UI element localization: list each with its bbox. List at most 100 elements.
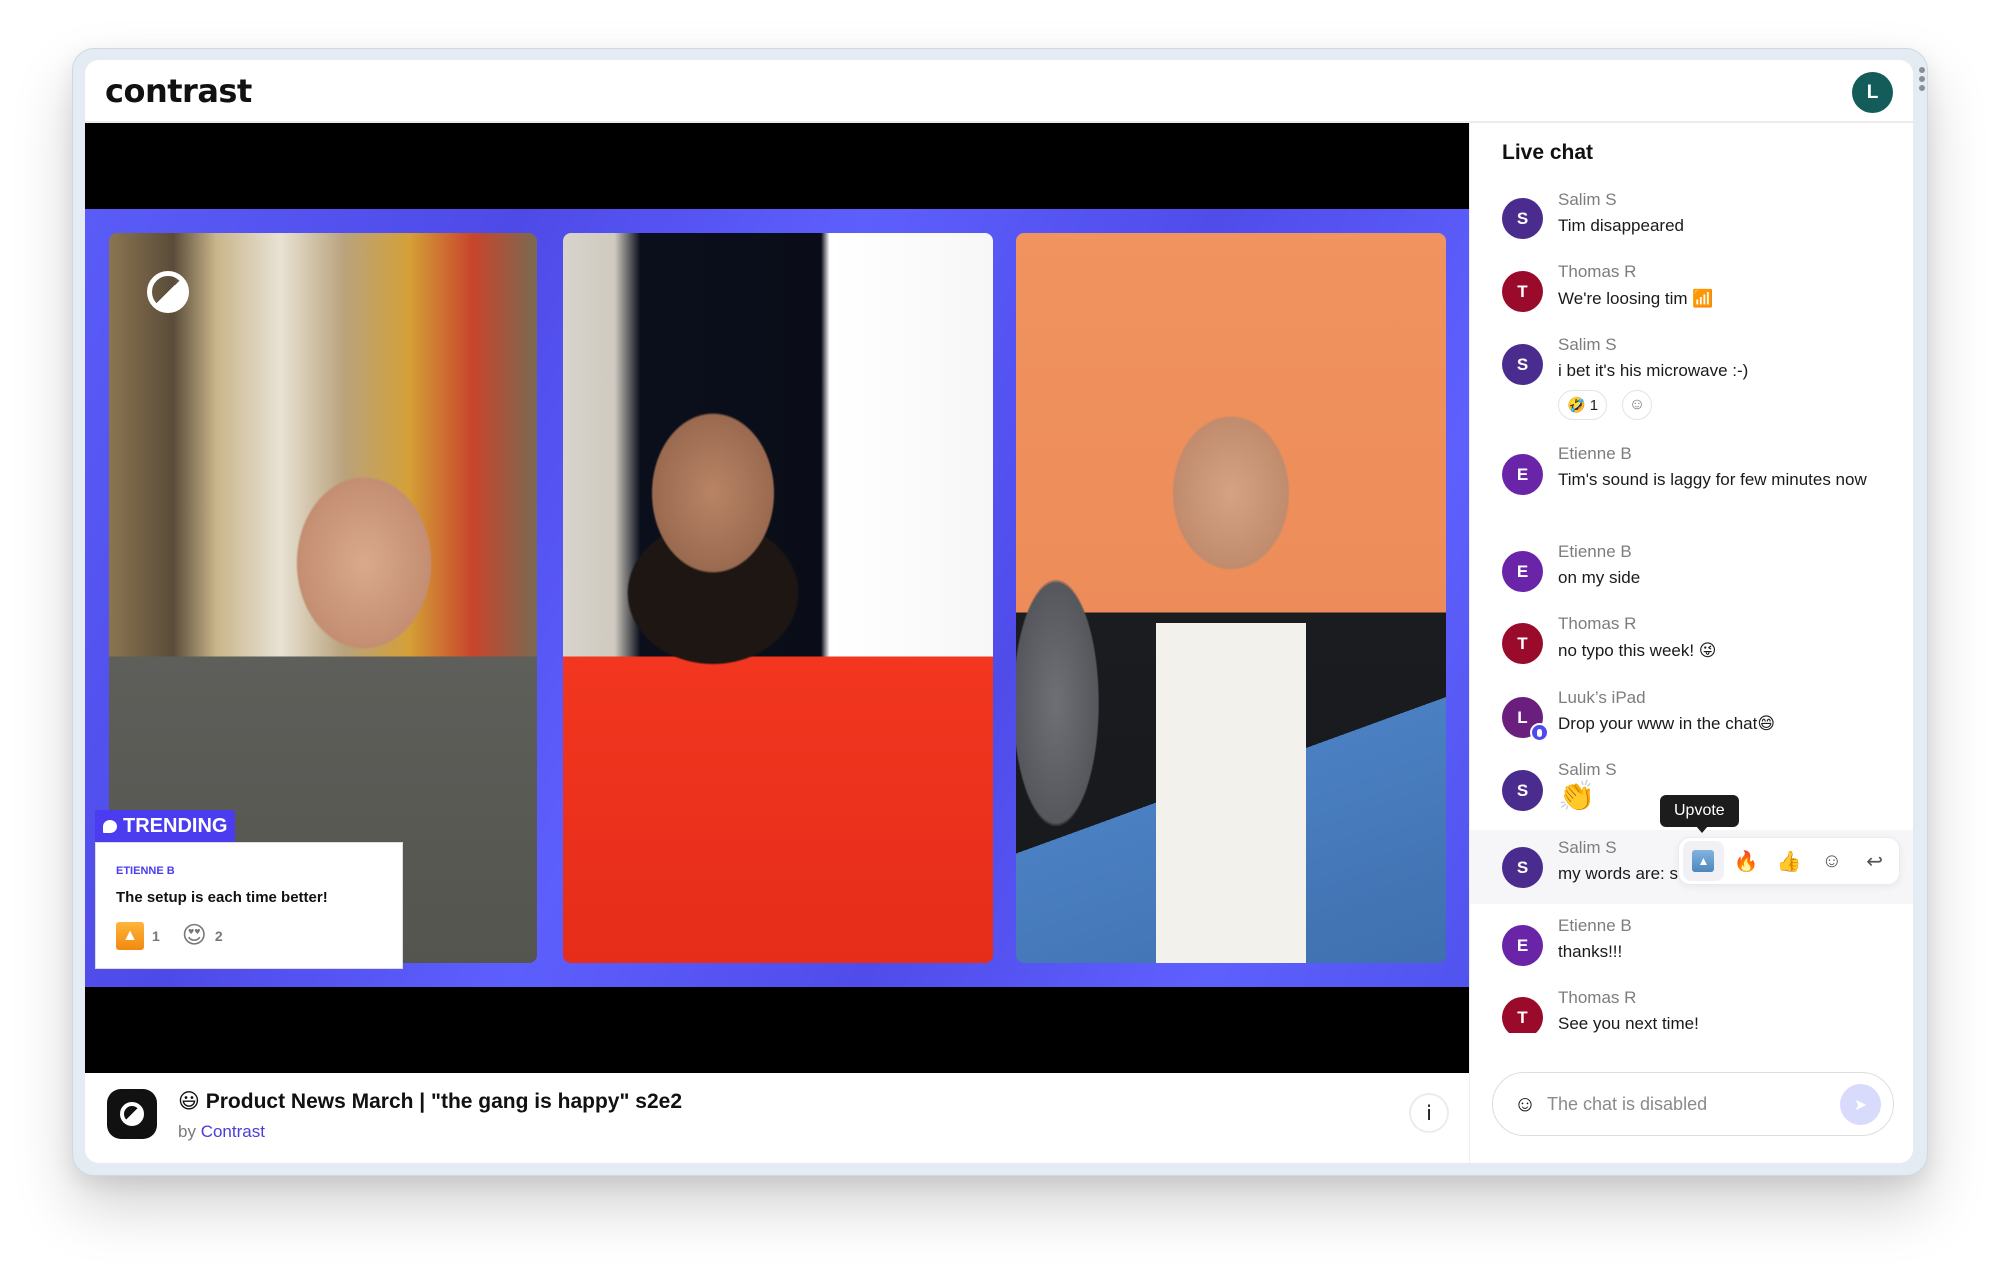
heart-eyes-emoji: 😍 xyxy=(181,922,207,949)
add-reaction-button[interactable]: ☺ xyxy=(1811,841,1852,881)
channel-logo[interactable] xyxy=(107,1089,157,1139)
channel-link[interactable]: Contrast xyxy=(201,1122,265,1141)
add-reaction-icon[interactable]: ☺ xyxy=(1622,390,1652,420)
message-text: See you next time! xyxy=(1558,1014,1699,1033)
rofl-emoji: 🤣 xyxy=(1567,397,1586,414)
stream-title: 😃 Product News March | "the gang is happ… xyxy=(178,1089,682,1114)
participant-tile-2 xyxy=(563,233,993,963)
contrast-brand-icon xyxy=(120,1102,144,1126)
avatar: S xyxy=(1502,770,1543,811)
reply-icon: ↩ xyxy=(1866,850,1883,873)
avatar: S xyxy=(1502,198,1543,239)
chat-message-list[interactable]: Jamal Mashburn! S Salim S Tim disappeare… xyxy=(1470,175,1913,1033)
sender-name: Thomas R xyxy=(1558,988,1637,1007)
message-text: Tim's sound is laggy for few minutes now xyxy=(1558,470,1867,489)
trending-message: The setup is each time better! xyxy=(116,889,328,906)
thumbs-up-reaction-button[interactable]: 👍 xyxy=(1769,841,1810,881)
upvote-icon: ▲ xyxy=(1692,850,1715,872)
send-icon[interactable]: ➤ xyxy=(1840,1084,1881,1125)
reaction-chip[interactable]: 🤣 1 xyxy=(1558,390,1608,420)
avatar: E xyxy=(1502,551,1543,592)
chat-bubble-icon xyxy=(103,819,117,833)
sender-name: Salim S xyxy=(1558,760,1617,779)
message-reaction-toolbar: ▲ 🔥 👍 ☺ ↩ xyxy=(1678,837,1900,885)
mic-icon xyxy=(1530,723,1549,742)
trending-author: ETIENNE B xyxy=(116,865,175,877)
upvote-tooltip: Upvote xyxy=(1660,795,1739,833)
message-text: on my side xyxy=(1558,568,1641,587)
chat-input-box: ☺ ➤ xyxy=(1492,1072,1894,1136)
upvote-button[interactable]: ▲ xyxy=(1683,841,1724,881)
thumbs-up-emoji: 👍 xyxy=(1776,850,1802,873)
video-stage: TRENDING ETIENNE B The setup is each tim… xyxy=(85,123,1469,1073)
chat-message: E Etienne B on my side xyxy=(1470,537,1913,605)
avatar: S xyxy=(1502,344,1543,385)
avatar: T xyxy=(1502,271,1543,312)
message-text: i bet it's his microwave :-) xyxy=(1558,361,1749,380)
sender-name: Thomas R xyxy=(1558,262,1637,281)
sender-name: Salim S xyxy=(1558,190,1617,209)
chat-message: T Thomas R no typo this week! 😜 xyxy=(1470,609,1913,677)
add-reaction-icon: ☺ xyxy=(1821,849,1842,872)
reaction-count: 1 xyxy=(1589,396,1599,414)
chat-title: Live chat xyxy=(1502,141,1594,165)
sender-name: Salim S xyxy=(1558,335,1617,354)
sender-name: Luuk’s iPad xyxy=(1558,688,1646,707)
trending-reactions: ▲ 1 😍 2 xyxy=(116,921,223,950)
reply-button[interactable]: ↩ xyxy=(1854,841,1895,881)
message-text: no typo this week! 😜 xyxy=(1558,641,1717,660)
chat-message-input[interactable] xyxy=(1547,1089,1807,1119)
clapping-hands-emoji: 👏 xyxy=(1558,780,1596,813)
stage-layout: TRENDING ETIENNE B The setup is each tim… xyxy=(85,209,1469,987)
chat-message: E Etienne B Tim's sound is laggy for few… xyxy=(1470,439,1913,531)
user-avatar[interactable]: L xyxy=(1852,72,1893,113)
fire-emoji: 🔥 xyxy=(1733,850,1759,873)
avatar: T xyxy=(1502,997,1543,1033)
heart-eyes-count: 2 xyxy=(214,927,223,944)
message-text: Jamal Mashburn! xyxy=(1558,175,1878,177)
message-text: We're loosing tim 📶 xyxy=(1558,289,1714,308)
chat-message: Jamal Mashburn! xyxy=(1470,175,1913,185)
fire-reaction-button[interactable]: 🔥 xyxy=(1726,841,1767,881)
upvote-count: 1 xyxy=(152,927,160,944)
avatar: T xyxy=(1502,623,1543,664)
chat-message: L Luuk’s iPad Drop your www in the chat😄 xyxy=(1470,683,1913,751)
chat-message: S Salim S i bet it's his microwave :-) 🤣… xyxy=(1470,330,1913,430)
app-container: contrast L TRENDING ETIENNE B The setup … xyxy=(85,60,1913,1163)
sender-name: Etienne B xyxy=(1558,542,1632,561)
stream-info-bar: 😃 Product News March | "the gang is happ… xyxy=(85,1073,1469,1163)
sender-name: Etienne B xyxy=(1558,916,1632,935)
smiley-emoji: 😃 xyxy=(178,1090,200,1113)
chat-message: T Thomas R See you next time! xyxy=(1470,983,1913,1033)
trending-message-card: ETIENNE B The setup is each time better!… xyxy=(95,842,403,969)
participant-tile-3 xyxy=(1016,233,1446,963)
upvote-icon: ▲ xyxy=(116,921,144,950)
message-text: Tim disappeared xyxy=(1558,216,1684,235)
stream-byline: by Contrast xyxy=(178,1122,265,1142)
top-bar: contrast L xyxy=(85,60,1913,123)
contrast-brand-icon xyxy=(147,271,189,313)
chat-message: T Thomas R We're loosing tim 📶 xyxy=(1470,257,1913,325)
chat-message: E Etienne B thanks!!! xyxy=(1470,911,1913,979)
info-button[interactable]: i xyxy=(1409,1093,1449,1133)
stream-title-text: Product News March | "the gang is happy"… xyxy=(205,1090,682,1113)
contrast-logo[interactable]: contrast xyxy=(105,72,252,110)
window-menu-icon[interactable] xyxy=(1919,67,1925,91)
sender-name: Thomas R xyxy=(1558,614,1637,633)
message-text: Drop your www in the chat😄 xyxy=(1558,714,1776,733)
by-label: by xyxy=(178,1122,196,1141)
avatar: E xyxy=(1502,925,1543,966)
avatar: E xyxy=(1502,454,1543,495)
emoji-picker-icon[interactable]: ☺ xyxy=(1513,1092,1537,1116)
avatar: S xyxy=(1502,847,1543,888)
sender-name: Salim S xyxy=(1558,838,1617,857)
message-text: thanks!!! xyxy=(1558,942,1623,961)
trending-label: TRENDING xyxy=(123,814,228,837)
trending-tag: TRENDING xyxy=(95,810,236,842)
avatar-initial: L xyxy=(1517,707,1528,727)
chat-message: S Salim S Tim disappeared xyxy=(1470,185,1913,253)
participant-shirt xyxy=(1156,623,1306,963)
avatar: L xyxy=(1502,697,1549,742)
sender-name: Etienne B xyxy=(1558,444,1632,463)
live-chat-panel: Live chat Jamal Mashburn! S Salim S Tim … xyxy=(1469,123,1913,1163)
